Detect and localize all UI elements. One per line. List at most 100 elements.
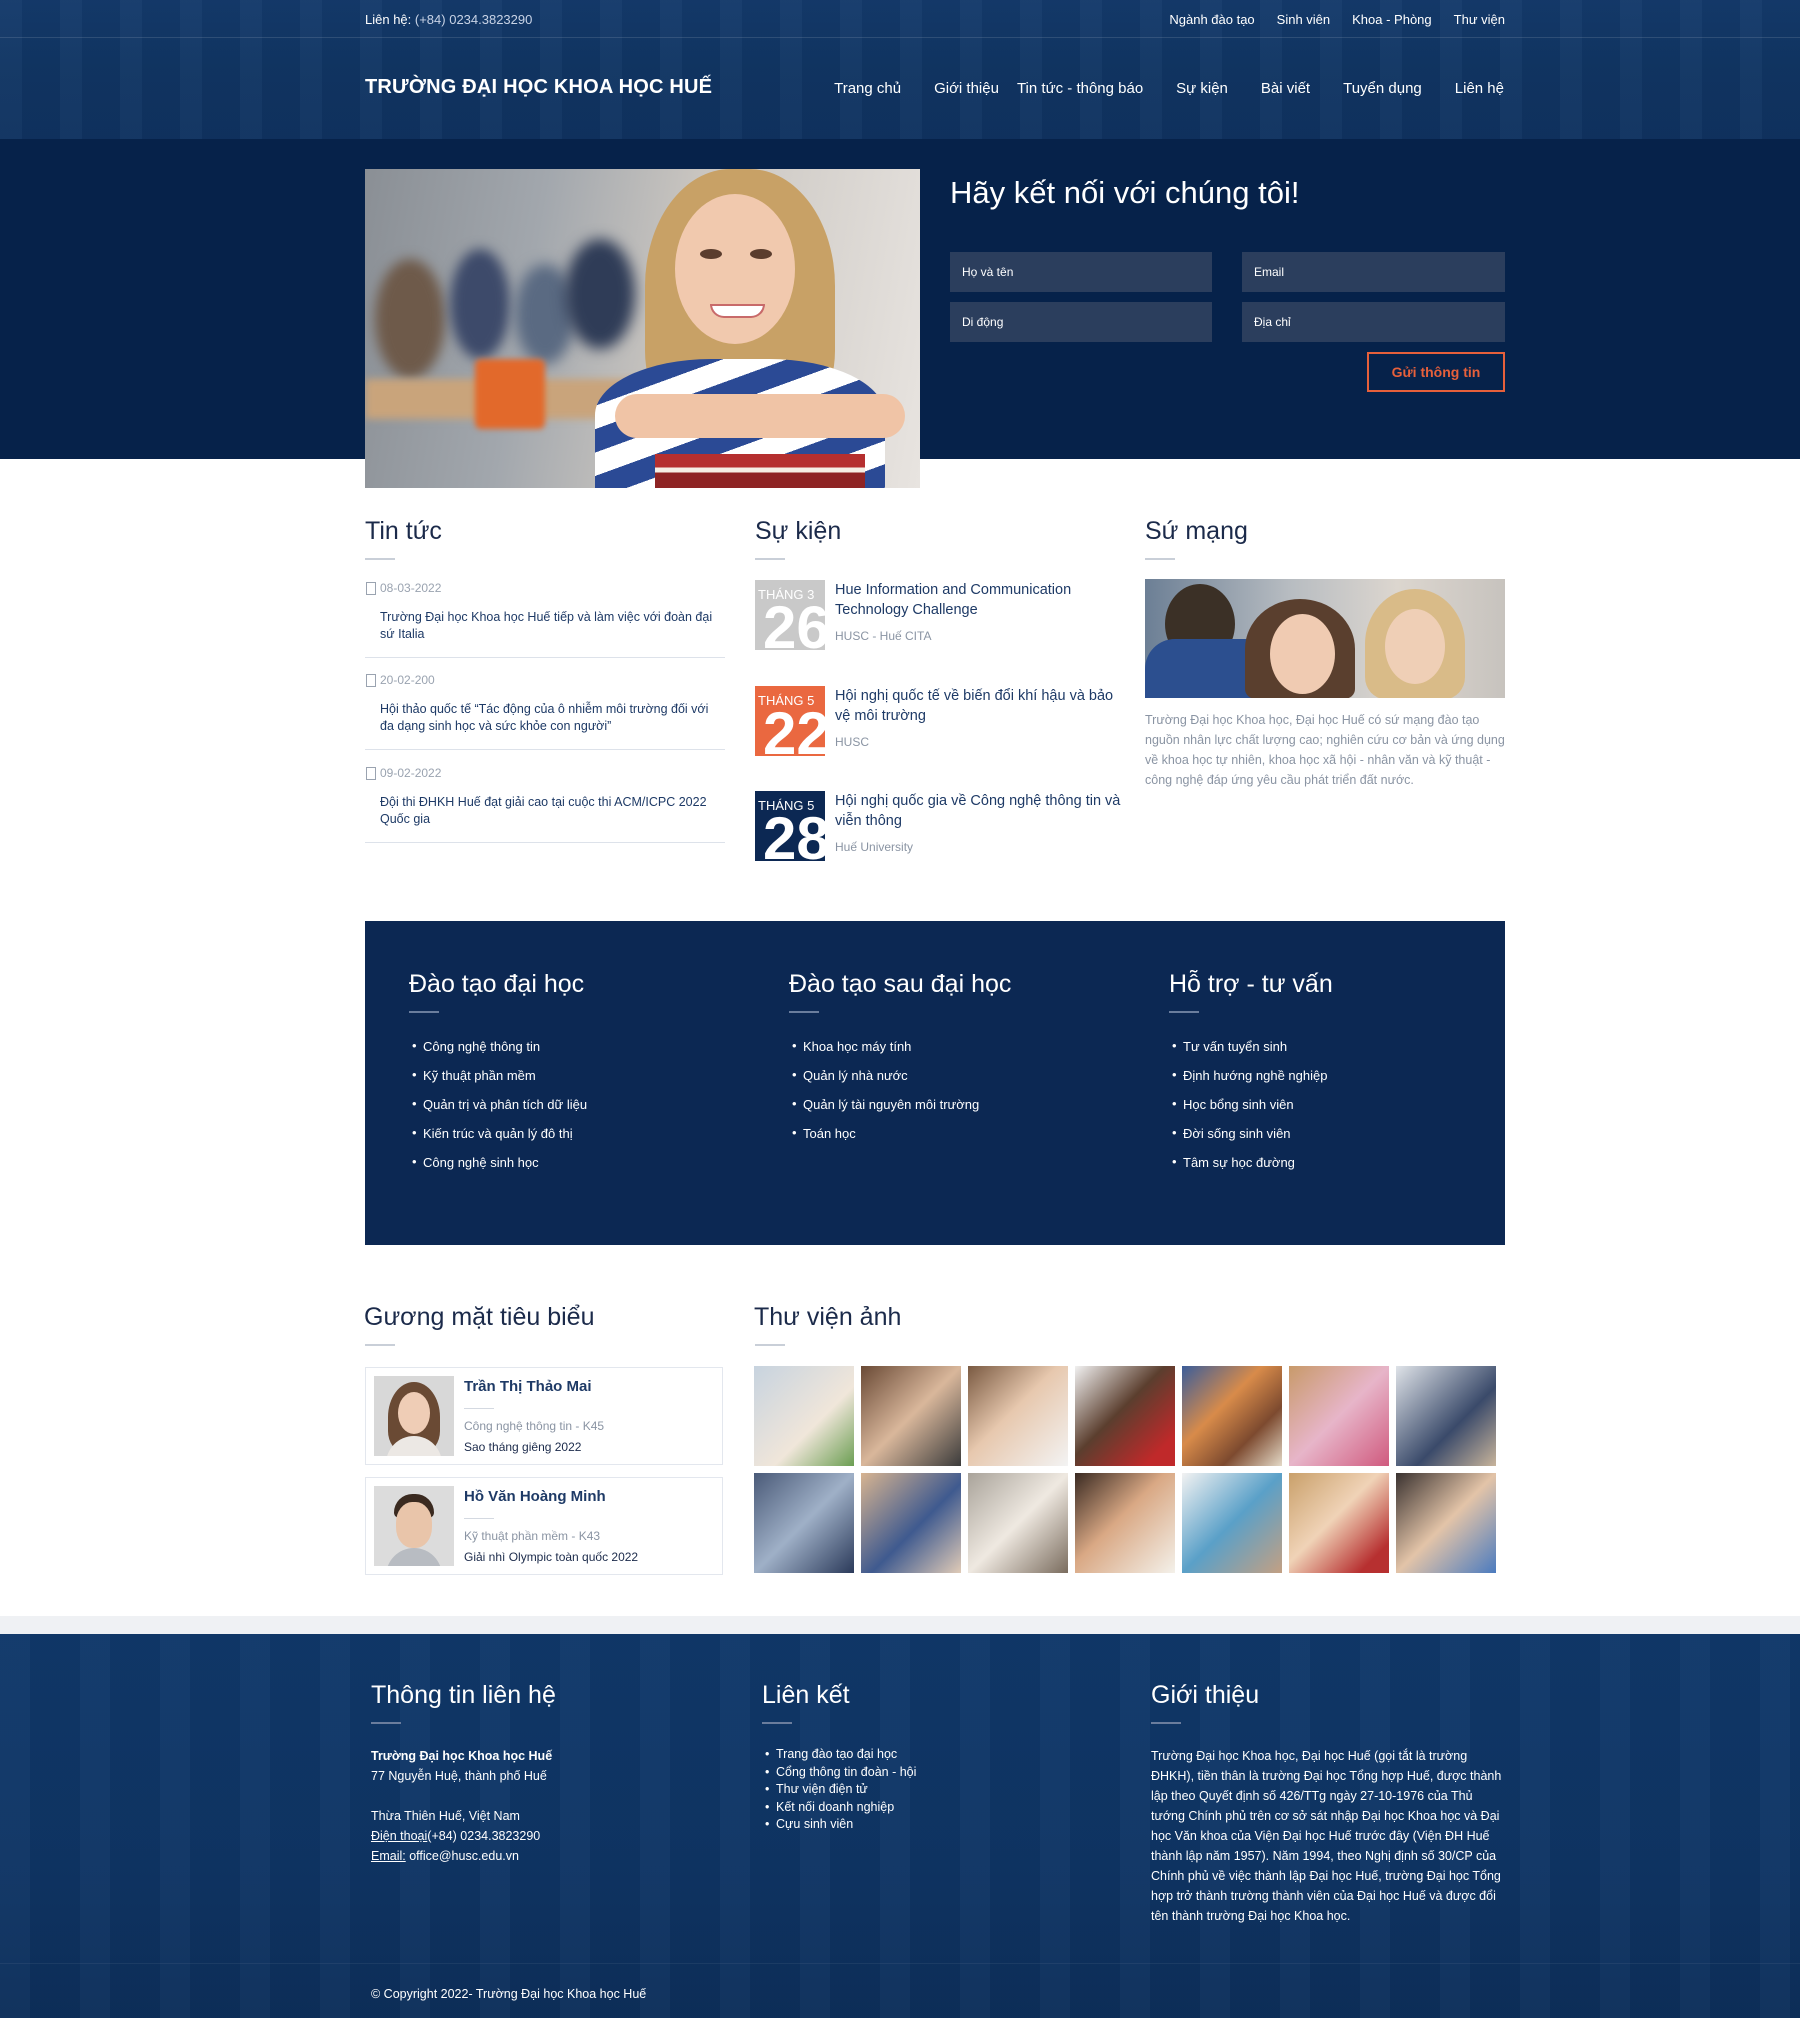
gallery-photo[interactable] (1396, 1473, 1496, 1573)
featured-student-card[interactable]: Trần Thị Thảo Mai Công nghệ thông tin - … (365, 1367, 723, 1465)
news-item[interactable]: 08-03-2022 Trường Đại học Khoa học Huế t… (365, 581, 725, 658)
site-brand[interactable]: TRƯỜNG ĐẠI HỌC KHOA HỌC HUẾ (365, 76, 712, 99)
footer-link[interactable]: Cựu sinh viên (762, 1816, 916, 1834)
support-title: Hỗ trợ - tư vấn (1169, 970, 1333, 998)
undergrad-item[interactable]: Quản trị và phân tích dữ liệu (409, 1096, 587, 1126)
postgrad-item[interactable]: Khoa học máy tính (789, 1038, 979, 1068)
gallery-photo[interactable] (861, 1366, 961, 1466)
footer-links-underline (762, 1722, 792, 1724)
toplink-departments[interactable]: Khoa - Phòng (1352, 12, 1432, 27)
footer-link[interactable]: Trang đào tạo đại học (762, 1746, 916, 1764)
support-item[interactable]: Định hướng nghề nghiệp (1169, 1067, 1327, 1097)
event-organizer: HUSC (835, 735, 870, 749)
gallery-photo[interactable] (1075, 1366, 1175, 1466)
toplink-majors[interactable]: Ngành đào tạo (1169, 12, 1254, 27)
event-title[interactable]: Hue Information and Communication Techno… (835, 580, 1125, 620)
news-date: 08-03-2022 (365, 581, 725, 595)
gallery-photo[interactable] (968, 1366, 1068, 1466)
nav-contact[interactable]: Liên hệ (1455, 80, 1504, 97)
gallery-photo[interactable] (1289, 1473, 1389, 1573)
postgrad-item[interactable]: Toán học (789, 1125, 979, 1155)
footer-link[interactable]: Thư viện điện tử (762, 1781, 916, 1799)
gallery-photo[interactable] (1182, 1473, 1282, 1573)
footer-phone-row: Điện thoại(+84) 0234.3823290 (371, 1826, 711, 1846)
gallery-photo[interactable] (754, 1473, 854, 1573)
event-item[interactable]: THÁNG 3 26 Hue Information and Communica… (755, 580, 1115, 650)
nav-news[interactable]: Tin tức - thông báo (1017, 80, 1143, 97)
event-title[interactable]: Hội nghị quốc tế về biến đổi khí hậu và … (835, 686, 1125, 726)
footer-contact-underline (371, 1722, 401, 1724)
student-avatar (374, 1376, 454, 1456)
footer-link[interactable]: Cổng thông tin đoàn - hội (762, 1764, 916, 1782)
events-title-underline (755, 558, 785, 560)
gallery-photo[interactable] (861, 1473, 961, 1573)
contact-phone[interactable]: (+84) 0234.3823290 (415, 12, 532, 27)
postgrad-underline (789, 1011, 819, 1013)
postgrad-item[interactable]: Quản lý tài nguyên môi trường (789, 1096, 979, 1126)
event-title[interactable]: Hội nghị quốc gia về Công nghệ thông tin… (835, 791, 1125, 831)
nav-about[interactable]: Giới thiệu (934, 80, 999, 97)
nav-articles[interactable]: Bài viết (1261, 80, 1310, 97)
footer-link[interactable]: Kết nối doanh nghiệp (762, 1799, 916, 1817)
footer-divider (0, 1963, 1800, 1964)
nav-recruitment[interactable]: Tuyển dụng (1343, 80, 1422, 97)
support-item[interactable]: Đời sống sinh viên (1169, 1125, 1327, 1155)
news-headline[interactable]: Hội thảo quốc tế “Tác động của ô nhiễm m… (365, 701, 725, 735)
gallery-photo[interactable] (1182, 1366, 1282, 1466)
undergrad-underline (409, 1011, 439, 1013)
support-item[interactable]: Tư vấn tuyển sinh (1169, 1038, 1327, 1068)
site-header: Liên hệ: (+84) 0234.3823290 Ngành đào tạ… (0, 0, 1800, 139)
footer-phone[interactable]: (+84) 0234.3823290 (427, 1829, 540, 1843)
event-organizer: Huế University (835, 840, 914, 854)
event-organizer: HUSC - Huế CITA (835, 629, 932, 643)
event-item[interactable]: THÁNG 5 28 Hội nghị quốc gia về Công ngh… (755, 791, 1120, 862)
mission-title: Sứ mạng (1145, 517, 1248, 545)
support-list: Tư vấn tuyển sinh Định hướng nghề nghiệp… (1169, 1038, 1327, 1184)
top-links: Ngành đào tạo Sinh viên Khoa - Phòng Thư… (1169, 12, 1505, 27)
phone-input[interactable]: Di động (950, 302, 1212, 342)
top-bar: Liên hệ: (+84) 0234.3823290 Ngành đào tạ… (0, 0, 1800, 38)
student-avatar (374, 1486, 454, 1566)
gallery-photo[interactable] (1396, 1366, 1496, 1466)
name-input[interactable]: Họ và tên (950, 252, 1212, 292)
student-divider (464, 1518, 494, 1519)
news-item[interactable]: 20-02-200 Hội thảo quốc tế “Tác động của… (365, 673, 725, 750)
postgrad-title: Đào tạo sau đại học (789, 970, 1012, 998)
submit-button[interactable]: Gửi thông tin (1367, 352, 1505, 392)
event-day: 22 (763, 700, 825, 757)
undergrad-item[interactable]: Công nghệ sinh học (409, 1154, 587, 1184)
gallery-photo[interactable] (754, 1366, 854, 1466)
event-item[interactable]: THÁNG 5 22 Hội nghị quốc tế về biến đổi … (755, 686, 1115, 756)
gallery-photo[interactable] (1289, 1366, 1389, 1466)
featured-student-card[interactable]: Hồ Văn Hoàng Minh Kỹ thuật phần mềm - K4… (365, 1477, 723, 1575)
postgrad-item[interactable]: Quản lý nhà nước (789, 1067, 979, 1097)
news-headline[interactable]: Đội thi ĐHKH Huế đạt giải cao tại cuộc t… (365, 794, 725, 828)
footer-email[interactable]: office@husc.edu.vn (409, 1849, 519, 1863)
gallery-photo[interactable] (968, 1473, 1068, 1573)
undergrad-item[interactable]: Kỹ thuật phần mềm (409, 1067, 587, 1097)
event-day: 28 (763, 805, 825, 862)
gallery-title-underline (755, 1344, 785, 1346)
hero-title: Hãy kết nối với chúng tôi! (950, 175, 1300, 210)
mission-students-photo (1145, 579, 1505, 698)
undergrad-item[interactable]: Kiến trúc và quản lý đô thị (409, 1125, 587, 1155)
news-item[interactable]: 09-02-2022 Đội thi ĐHKH Huế đạt giải cao… (365, 766, 725, 843)
gallery-photo[interactable] (1075, 1473, 1175, 1573)
support-item[interactable]: Tâm sự học đường (1169, 1154, 1327, 1184)
undergrad-item[interactable]: Công nghệ thông tin (409, 1038, 587, 1068)
support-item[interactable]: Học bổng sinh viên (1169, 1096, 1327, 1126)
nav-home[interactable]: Trang chủ (834, 80, 901, 97)
toplink-students[interactable]: Sinh viên (1277, 12, 1330, 27)
event-date-badge: THÁNG 5 22 (755, 686, 825, 756)
news-headline[interactable]: Trường Đại học Khoa học Huế tiếp và làm … (365, 609, 725, 643)
footer-links-list: Trang đào tạo đại học Cổng thông tin đoà… (762, 1746, 916, 1834)
student-name[interactable]: Hồ Văn Hoàng Minh (464, 1488, 606, 1505)
address-input[interactable]: Địa chỉ (1242, 302, 1505, 342)
toplink-library[interactable]: Thư viện (1454, 12, 1505, 27)
email-input[interactable]: Email (1242, 252, 1505, 292)
footer-org-name: Trường Đại học Khoa học Huế (371, 1749, 553, 1763)
news-date: 20-02-200 (365, 673, 725, 687)
footer-phone-label: Điện thoại (371, 1829, 428, 1843)
nav-events[interactable]: Sự kiện (1176, 80, 1228, 97)
student-name[interactable]: Trần Thị Thảo Mai (464, 1378, 592, 1395)
